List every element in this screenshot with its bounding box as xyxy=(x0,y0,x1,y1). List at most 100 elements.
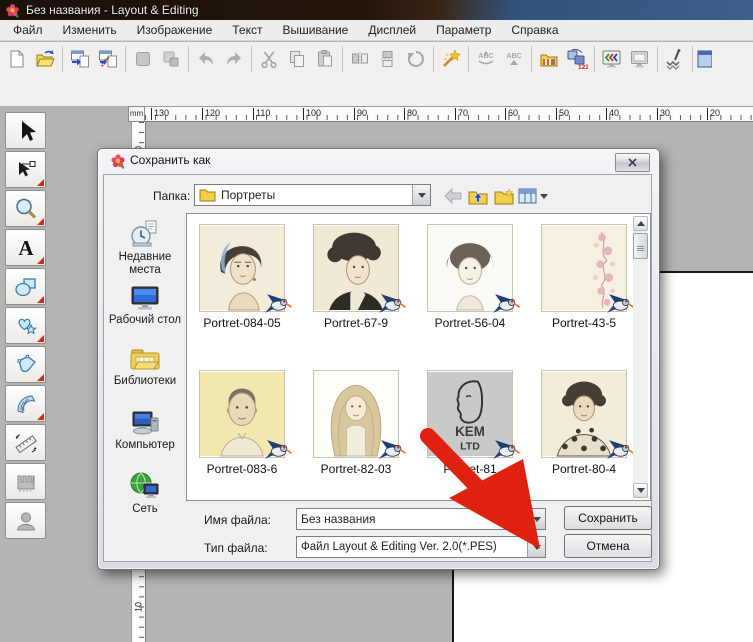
measure-tool-button[interactable] xyxy=(5,424,46,461)
menu-file[interactable]: Файл xyxy=(3,20,53,40)
undo-icon[interactable] xyxy=(192,45,220,73)
place-computer[interactable]: Компьютер xyxy=(106,409,184,452)
title-bar: Без названия - Layout & Editing xyxy=(0,0,753,20)
back-button[interactable] xyxy=(442,186,464,206)
basic-shapes-tool-button[interactable] xyxy=(5,268,46,305)
libraries-icon xyxy=(129,345,161,373)
save-button[interactable]: Сохранить xyxy=(564,506,652,530)
up-one-level-button[interactable] xyxy=(466,186,490,206)
back-arrow-icon xyxy=(444,188,462,204)
file-item[interactable]: Portret-083-6 xyxy=(187,370,297,476)
redo-icon[interactable] xyxy=(220,45,248,73)
scroll-down-button[interactable] xyxy=(633,483,648,498)
text-transform-icon[interactable]: ABC xyxy=(500,45,528,73)
pes-bird-icon xyxy=(493,439,520,460)
file-name-dropdown-button[interactable] xyxy=(527,509,545,529)
menu-text[interactable]: Текст xyxy=(222,20,272,40)
import-pattern-icon[interactable] xyxy=(66,45,94,73)
view-menu-button[interactable] xyxy=(516,186,550,206)
file-item[interactable]: Portret-56-04 xyxy=(415,224,525,330)
fan-stitch-tool-button[interactable] xyxy=(5,385,46,422)
file-list-scrollbar[interactable] xyxy=(633,216,648,498)
toolbar-separator xyxy=(468,46,469,72)
save-as-dialog: Сохранить как Папка: Портреты Недав xyxy=(97,148,660,570)
save-button-label: Сохранить xyxy=(578,511,638,525)
file-name-label: Имя файла: xyxy=(204,513,271,527)
file-item[interactable]: Portret-82-03 xyxy=(301,370,411,476)
close-icon xyxy=(628,158,637,167)
manual-punch-tool-button[interactable] xyxy=(5,463,46,500)
sewing-order-icon[interactable]: 123 xyxy=(563,45,591,73)
menu-edit[interactable]: Изменить xyxy=(53,20,127,40)
file-type-combobox[interactable]: Файл Layout & Editing Ver. 2.0(*.PES) xyxy=(296,536,546,558)
file-type-dropdown-button[interactable] xyxy=(527,537,545,557)
folder-dropdown-button[interactable] xyxy=(412,185,430,205)
copy-icon[interactable] xyxy=(283,45,311,73)
toolbar: ABC ABC 123 xyxy=(0,42,753,106)
cut-icon[interactable] xyxy=(255,45,283,73)
scrollbar-thumb[interactable] xyxy=(633,233,648,259)
realistic-preview-icon[interactable] xyxy=(661,45,689,73)
image-to-stitch-icon[interactable] xyxy=(94,45,122,73)
scroll-up-button[interactable] xyxy=(633,216,648,231)
place-recent[interactable]: Недавние места xyxy=(106,219,184,277)
close-button[interactable] xyxy=(615,153,650,172)
place-network[interactable]: Сеть xyxy=(106,471,184,516)
design-property-icon[interactable] xyxy=(598,45,626,73)
place-libraries[interactable]: Библиотеки xyxy=(106,345,184,388)
app-flower-icon xyxy=(5,3,20,18)
file-name: Portret-56-04 xyxy=(415,316,525,330)
thread-chart-icon[interactable] xyxy=(535,45,563,73)
file-thumbnail xyxy=(199,224,285,312)
text-tool-button[interactable]: A xyxy=(5,229,46,266)
flip-horizontal-icon[interactable] xyxy=(346,45,374,73)
text-arc-icon[interactable]: ABC xyxy=(472,45,500,73)
menu-help[interactable]: Справка xyxy=(501,20,568,40)
file-name-combobox[interactable]: Без названия xyxy=(296,508,546,530)
outline-shape-tool-button[interactable] xyxy=(5,346,46,383)
design-page-icon[interactable] xyxy=(129,45,157,73)
cancel-button[interactable]: Отмена xyxy=(564,534,652,558)
zoom-tool-button[interactable] xyxy=(5,190,46,227)
svg-text:A: A xyxy=(18,236,34,260)
screen-preview-icon[interactable] xyxy=(626,45,654,73)
point-edit-tool-button[interactable] xyxy=(5,151,46,188)
fancy-shapes-tool-button[interactable] xyxy=(5,307,46,344)
open-file-icon[interactable] xyxy=(31,45,59,73)
auto-punch-wand-icon[interactable] xyxy=(437,45,465,73)
file-thumbnail xyxy=(199,370,285,458)
stitch-simulator-icon[interactable] xyxy=(696,45,712,73)
new-design-icon[interactable] xyxy=(3,45,31,73)
menu-display[interactable]: Дисплей xyxy=(358,20,426,40)
menu-sew[interactable]: Вышивание xyxy=(272,20,358,40)
design-reference-icon[interactable] xyxy=(157,45,185,73)
svg-text:ABC: ABC xyxy=(506,53,521,60)
file-name: Portret-82-03 xyxy=(301,462,411,476)
pes-bird-icon xyxy=(607,439,634,460)
file-thumbnail xyxy=(427,224,513,312)
portrait-tool-button[interactable] xyxy=(5,502,46,539)
dialog-body: Папка: Портреты Недавние места xyxy=(103,174,652,562)
ruler-unit-box: mm xyxy=(128,106,145,122)
new-folder-button[interactable] xyxy=(492,186,516,206)
paste-icon[interactable] xyxy=(311,45,339,73)
file-item[interactable]: Portret-084-05 xyxy=(187,224,297,330)
chevron-down-icon xyxy=(533,517,541,522)
place-label: Компьютер xyxy=(115,439,175,451)
ruler-label: 120 xyxy=(202,108,220,120)
menu-option[interactable]: Параметр xyxy=(426,20,501,40)
chevron-down-icon xyxy=(418,193,426,198)
select-tool-button[interactable] xyxy=(5,112,46,149)
ruler-label: 50 xyxy=(556,108,569,120)
file-item[interactable]: Portret-80-4 xyxy=(529,370,639,476)
file-item[interactable]: KEMLTD Portret-81 xyxy=(415,370,525,476)
menu-image[interactable]: Изображение xyxy=(127,20,223,40)
rotate-icon[interactable] xyxy=(402,45,430,73)
flip-vertical-icon[interactable] xyxy=(374,45,402,73)
folder-combobox[interactable]: Портреты xyxy=(194,184,431,206)
file-item[interactable]: Portret-67-9 xyxy=(301,224,411,330)
toolbar-separator xyxy=(62,46,63,72)
file-item[interactable]: Portret-43-5 xyxy=(529,224,639,330)
place-desktop[interactable]: Рабочий стол xyxy=(106,284,184,327)
place-label: Недавние места xyxy=(119,251,172,276)
